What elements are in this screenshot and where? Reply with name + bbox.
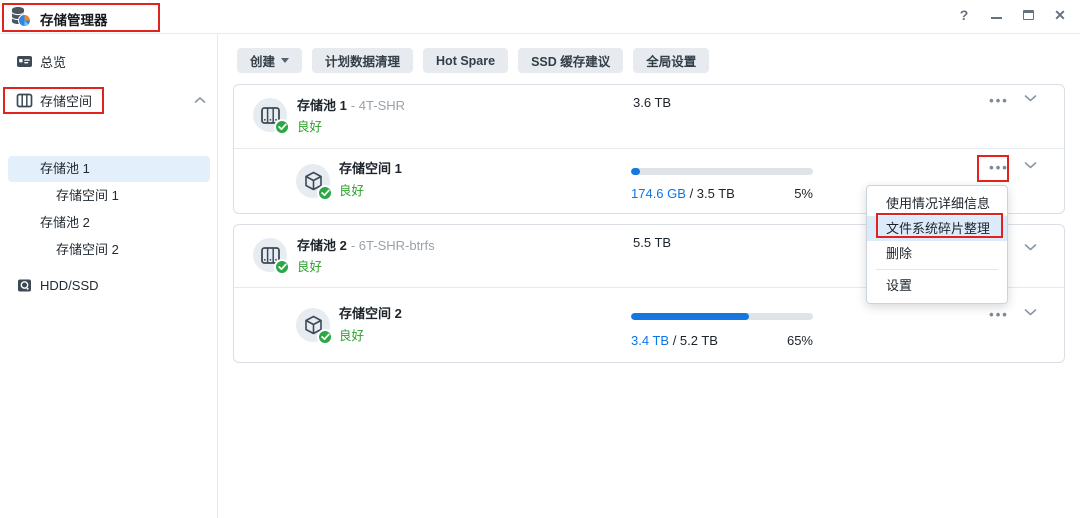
ssd-cache-advisor-button[interactable]: SSD 缓存建议 [518, 48, 623, 73]
pool-capacity: 5.5 TB [633, 235, 671, 250]
sidebar-item-pool2[interactable]: 存储池 2 [40, 210, 90, 235]
volume1-more-button[interactable]: ••• [982, 160, 1016, 180]
volume-usage-bar [631, 313, 813, 320]
volume-icon [296, 308, 330, 342]
global-settings-button[interactable]: 全局设置 [633, 48, 709, 73]
healthy-badge-icon [274, 259, 290, 275]
volume-usage-bar-fill [631, 168, 640, 175]
healthy-badge-icon [274, 119, 290, 135]
create-button[interactable]: 创建 [237, 48, 302, 73]
data-scrubbing-button[interactable]: 计划数据清理 [312, 48, 413, 73]
title-bar: 存储管理器 ? ✕ [0, 0, 1080, 34]
pool-icon [253, 238, 287, 272]
volume-usage-bar [631, 168, 813, 175]
pool-status: 良好 [297, 256, 322, 275]
sidebar-selected-highlight [8, 156, 210, 182]
volume-used: 174.6 GB [631, 186, 686, 201]
storage-manager-app-icon [9, 5, 33, 29]
chevron-down-icon[interactable] [1024, 94, 1044, 114]
toolbar: 创建 计划数据清理 Hot Spare SSD 缓存建议 全局设置 [237, 48, 709, 73]
volume-context-menu: 使用情况详细信息 文件系统碎片整理 删除 设置 [866, 185, 1008, 304]
caret-down-icon [281, 58, 289, 63]
overview-icon [16, 53, 33, 70]
sidebar-item-storage[interactable]: 存储空间 [0, 87, 218, 113]
menu-item-remove[interactable]: 删除 [867, 241, 1007, 266]
volume-usage-bar-fill [631, 313, 749, 320]
chevron-down-icon[interactable] [1024, 161, 1044, 181]
close-button[interactable]: ✕ [1052, 7, 1068, 23]
sidebar-item-label: 存储空间 [40, 91, 92, 110]
sidebar-item-label: 总览 [40, 52, 66, 71]
chevron-down-icon[interactable] [1024, 243, 1044, 263]
chevron-down-icon[interactable] [1024, 308, 1044, 328]
pool-capacity: 3.6 TB [633, 95, 671, 110]
healthy-badge-icon [317, 329, 333, 345]
storage-icon [16, 92, 33, 109]
volume-percent: 65% [733, 333, 813, 348]
sidebar-item-overview[interactable]: 总览 [0, 48, 218, 74]
window-controls: ? ✕ [956, 7, 1068, 23]
volume-total: / 5.2 TB [673, 333, 718, 348]
menu-item-defrag[interactable]: 文件系统碎片整理 [867, 216, 1007, 241]
sidebar-item-label: HDD/SSD [40, 278, 99, 293]
disk-icon [16, 277, 33, 294]
sidebar-item-volume2[interactable]: 存储空间 2 [56, 237, 119, 262]
healthy-badge-icon [317, 185, 333, 201]
volume-used: 3.4 TB [631, 333, 669, 348]
help-button[interactable]: ? [956, 7, 972, 23]
pool-name: 存储池 2 [297, 238, 347, 253]
app-title: 存储管理器 [40, 9, 108, 29]
volume2-more-button[interactable]: ••• [982, 307, 1016, 327]
volume-icon [296, 164, 330, 198]
volume-percent: 5% [733, 186, 813, 201]
sidebar-item-pool1[interactable]: 存储池 1 [40, 156, 90, 181]
volume-title: 存储空间 2 [339, 303, 402, 322]
volume-usage-text: 174.6 GB / 3.5 TB [631, 186, 735, 201]
volume-total: / 3.5 TB [690, 186, 735, 201]
sidebar: 总览 存储空间 存储池 1 存储空间 1 存储池 2 存储空间 2 HDD/SS… [0, 34, 218, 518]
sidebar-item-hdd-ssd[interactable]: HDD/SSD [0, 272, 218, 298]
chevron-up-icon[interactable] [194, 96, 206, 104]
hot-spare-button[interactable]: Hot Spare [423, 48, 508, 73]
maximize-button[interactable] [1020, 7, 1036, 23]
pool-name: 存储池 1 [297, 98, 347, 113]
pool-status: 良好 [297, 116, 322, 135]
volume-status: 良好 [339, 325, 364, 344]
pool-raid-type: - 4T-SHR [351, 98, 405, 113]
pool1-more-button[interactable]: ••• [982, 93, 1016, 113]
pool-title: 存储池 1 - 4T-SHR [297, 95, 405, 114]
minimize-button[interactable] [988, 7, 1004, 23]
create-button-label: 创建 [250, 51, 275, 70]
pool1-row[interactable]: 存储池 1 - 4T-SHR 良好 3.6 TB ••• [234, 85, 1064, 148]
menu-divider [876, 269, 998, 270]
minimize-icon [991, 17, 1002, 19]
menu-item-usage-details[interactable]: 使用情况详细信息 [867, 191, 1007, 216]
pool-raid-type: - 6T-SHR-btrfs [351, 238, 435, 253]
pool-icon [253, 98, 287, 132]
volume-title: 存储空间 1 [339, 158, 402, 177]
volume-status: 良好 [339, 180, 364, 199]
maximize-icon [1023, 10, 1034, 20]
volume-usage-text: 3.4 TB / 5.2 TB [631, 333, 718, 348]
pool-title: 存储池 2 - 6T-SHR-btrfs [297, 235, 435, 254]
menu-item-settings[interactable]: 设置 [867, 273, 1007, 298]
sidebar-item-volume1[interactable]: 存储空间 1 [56, 183, 119, 208]
